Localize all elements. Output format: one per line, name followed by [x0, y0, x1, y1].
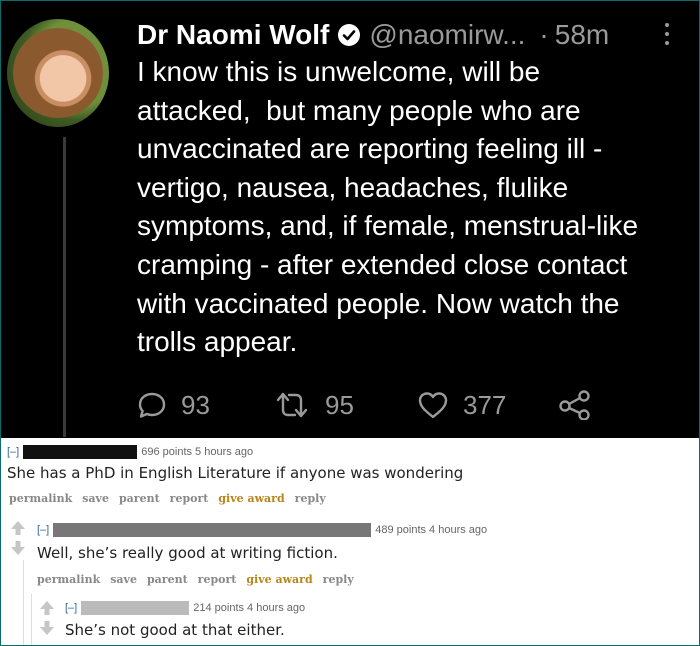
comment-score-time: 489 points 4 hours ago: [375, 524, 488, 536]
collapse-toggle[interactable]: [–]: [65, 602, 77, 614]
retweet-icon: [276, 392, 308, 418]
report-link[interactable]: report: [198, 573, 237, 586]
redacted-username: [81, 601, 190, 615]
reply-link[interactable]: reply: [323, 573, 354, 586]
parent-link[interactable]: parent: [147, 573, 188, 586]
like-count: 377: [463, 389, 507, 420]
tweet-header: Dr Naomi Wolf @naomirw... · 58m: [137, 15, 677, 55]
tweet-card: Dr Naomi Wolf @naomirw... · 58m I know t…: [1, 1, 699, 438]
tweet-line: with vaccinated people. Now watch the: [137, 287, 620, 319]
reply-count: 93: [181, 389, 210, 420]
comment-meta: [–] 214 points 4 hours ago: [65, 600, 305, 616]
comment-score-time: 214 points 4 hours ago: [193, 602, 306, 614]
comment-score-time: 696 points 5 hours ago: [141, 446, 254, 458]
redacted-username: [53, 523, 372, 537]
comment-actions: permalink save parent report give award …: [37, 573, 364, 586]
thread-indent-line: [31, 594, 32, 645]
screenshot-frame: Dr Naomi Wolf @naomirw... · 58m I know t…: [0, 0, 700, 646]
permalink-link[interactable]: permalink: [37, 573, 100, 586]
vote-arrows-icon[interactable]: [10, 520, 26, 556]
tweet-time[interactable]: 58m: [555, 19, 609, 51]
retweet-button[interactable]: 95: [273, 385, 354, 425]
like-button[interactable]: 377: [417, 385, 506, 425]
save-link[interactable]: save: [110, 573, 137, 586]
permalink-link[interactable]: permalink: [9, 492, 72, 505]
author-handle[interactable]: @naomirw...: [369, 19, 525, 51]
verified-badge-icon: [338, 24, 361, 46]
share-icon: [559, 390, 590, 420]
collapse-toggle[interactable]: [–]: [37, 524, 49, 536]
tweet-line: I know this is unwelcome, will be: [137, 56, 541, 87]
author-name[interactable]: Dr Naomi Wolf: [137, 19, 329, 51]
redacted-username: [23, 445, 138, 459]
reddit-comments: [–] 696 points 5 hours ago She has a PhD…: [1, 438, 699, 645]
tweet-actions: 93 95 377: [137, 385, 597, 425]
comment-meta: [–] 489 points 4 hours ago: [37, 522, 487, 538]
separator-dot: ·: [539, 19, 549, 50]
comment-body: Well, she’s really good at writing ficti…: [37, 544, 338, 562]
heart-icon: [418, 392, 448, 419]
comment-body: She’s not good at that either.: [65, 621, 285, 639]
give-award-link[interactable]: give award: [246, 573, 312, 586]
vote-arrows-icon[interactable]: [39, 600, 55, 636]
give-award-link[interactable]: give award: [218, 492, 284, 505]
avatar[interactable]: [7, 19, 109, 127]
retweet-count: 95: [325, 389, 354, 420]
tweet-line: trolls appear.: [137, 326, 298, 358]
comment-actions: permalink save parent report give award …: [9, 492, 336, 505]
comment-meta: [–] 696 points 5 hours ago: [7, 444, 253, 460]
share-button[interactable]: [557, 385, 607, 425]
tweet-line: attacked, but many people who are: [137, 94, 581, 126]
reply-link[interactable]: reply: [295, 492, 326, 505]
tweet-line: symptoms, and, if female, menstrual-like: [137, 210, 639, 242]
more-options-icon[interactable]: [657, 19, 677, 49]
thread-line: [63, 137, 66, 437]
report-link[interactable]: report: [170, 492, 209, 505]
tweet-line: cramping - after extended close contact: [137, 248, 628, 280]
thread-indent-line: [23, 560, 24, 645]
collapse-toggle[interactable]: [–]: [7, 446, 19, 458]
tweet-line: unvaccinated are reporting feeling ill -: [137, 133, 603, 165]
save-link[interactable]: save: [82, 492, 109, 505]
parent-link[interactable]: parent: [119, 492, 160, 505]
reply-button[interactable]: 93: [137, 385, 210, 425]
tweet-line: vertigo, nausea, headaches, flulike: [137, 171, 569, 203]
reply-icon: [138, 392, 166, 418]
tweet-text: I know this is unwelcome, will be attack…: [137, 53, 687, 362]
comment-body: She has a PhD in English Literature if a…: [7, 464, 464, 482]
